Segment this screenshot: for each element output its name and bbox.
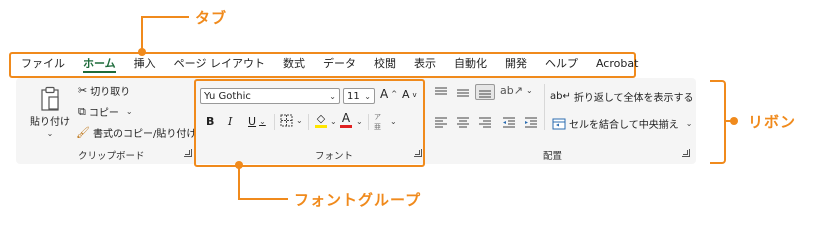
- wrap-text-label: 折り返して全体を表示する: [573, 93, 694, 104]
- wrap-text-icon: ab↵: [550, 91, 571, 102]
- paste-button[interactable]: 貼り付け ⌄: [30, 86, 70, 138]
- tab-view[interactable]: 表示: [405, 54, 445, 74]
- copy-button[interactable]: ⧉ コピー ⌄: [78, 104, 133, 120]
- copy-label: コピー: [88, 108, 119, 119]
- chevron-down-icon: ⌄: [46, 129, 54, 138]
- tab-insert[interactable]: 挿入: [125, 54, 165, 74]
- tab-review[interactable]: 校閲: [365, 54, 405, 74]
- copy-icon: ⧉: [78, 104, 86, 118]
- decrease-indent-icon: [503, 117, 515, 128]
- align-top-icon: [435, 87, 447, 95]
- tab-page-layout[interactable]: ページ レイアウト: [165, 54, 274, 74]
- chevron-down-icon: ⌄: [525, 86, 533, 95]
- align-center-button[interactable]: [456, 116, 470, 128]
- tab-callout-label: タブ: [195, 9, 228, 27]
- clipboard-launcher-icon[interactable]: [184, 149, 192, 157]
- increase-indent-button[interactable]: [524, 116, 538, 128]
- align-bottom-button[interactable]: [475, 84, 495, 100]
- align-right-button[interactable]: [478, 116, 492, 128]
- tab-developer[interactable]: 開発: [496, 54, 536, 74]
- ribbon-callout-label: リボン: [748, 113, 797, 131]
- tab-automate[interactable]: 自動化: [445, 54, 496, 74]
- tab-help[interactable]: ヘルプ: [536, 54, 587, 74]
- ribbon-tab-bar: ファイル ホーム 挿入 ページ レイアウト 数式 データ 校閲 表示 自動化 開…: [12, 54, 638, 74]
- tab-formulas[interactable]: 数式: [274, 54, 314, 74]
- alignment-mini-separator: [544, 84, 545, 130]
- tab-callout-line-v: [141, 16, 143, 52]
- ribbon-bracket: [710, 80, 726, 164]
- chevron-down-icon: ⌄: [685, 119, 693, 128]
- format-painter-button[interactable]: 🖌 書式のコピー/貼り付け: [76, 125, 196, 140]
- font-group-highlight-box: [194, 79, 425, 167]
- alignment-group-label: 配置: [543, 151, 563, 162]
- scissors-icon: ✂: [78, 84, 88, 97]
- tab-home[interactable]: ホーム: [74, 54, 125, 74]
- cut-button[interactable]: ✂ 切り取り: [78, 83, 130, 98]
- align-bottom-icon: [479, 90, 491, 98]
- ribbon-callout-dot: [730, 117, 738, 125]
- format-painter-label: 書式のコピー/貼り付け: [92, 129, 197, 140]
- cut-label: 切り取り: [90, 87, 131, 98]
- paste-label: 貼り付け: [30, 117, 70, 128]
- tab-file[interactable]: ファイル: [12, 54, 74, 74]
- align-middle-button[interactable]: [456, 86, 470, 98]
- merge-center-label: セルを結合して中央揃え: [569, 120, 679, 131]
- merge-center-button[interactable]: セルを結合して中央揃え ⌄: [552, 116, 692, 131]
- text-orientation-icon: ab↗: [500, 84, 523, 97]
- clipboard-icon: [41, 86, 59, 111]
- align-left-icon: [435, 117, 447, 128]
- orientation-button[interactable]: ab↗ ⌄: [500, 84, 533, 97]
- font-group-callout-label: フォントグループ: [294, 191, 422, 209]
- clipboard-group-label: クリップボード: [78, 151, 145, 162]
- tab-data[interactable]: データ: [314, 54, 365, 74]
- decrease-indent-button[interactable]: [502, 116, 516, 128]
- increase-indent-icon: [525, 117, 537, 128]
- align-middle-icon: [457, 89, 469, 97]
- alignment-launcher-icon[interactable]: [682, 149, 690, 157]
- align-left-button[interactable]: [434, 116, 448, 128]
- wrap-text-button[interactable]: ab↵ 折り返して全体を表示する: [550, 89, 694, 104]
- tab-callout-line-h: [141, 16, 189, 18]
- paintbrush-icon: 🖌: [76, 126, 90, 139]
- align-center-icon: [457, 117, 469, 128]
- align-top-button[interactable]: [434, 86, 448, 98]
- font-group-callout-line-h: [238, 198, 288, 200]
- tab-acrobat[interactable]: Acrobat: [587, 54, 647, 74]
- font-group-callout-line-v: [238, 164, 240, 200]
- chevron-down-icon: ⌄: [125, 107, 133, 116]
- merge-cells-icon: [552, 118, 566, 129]
- align-right-icon: [479, 117, 491, 128]
